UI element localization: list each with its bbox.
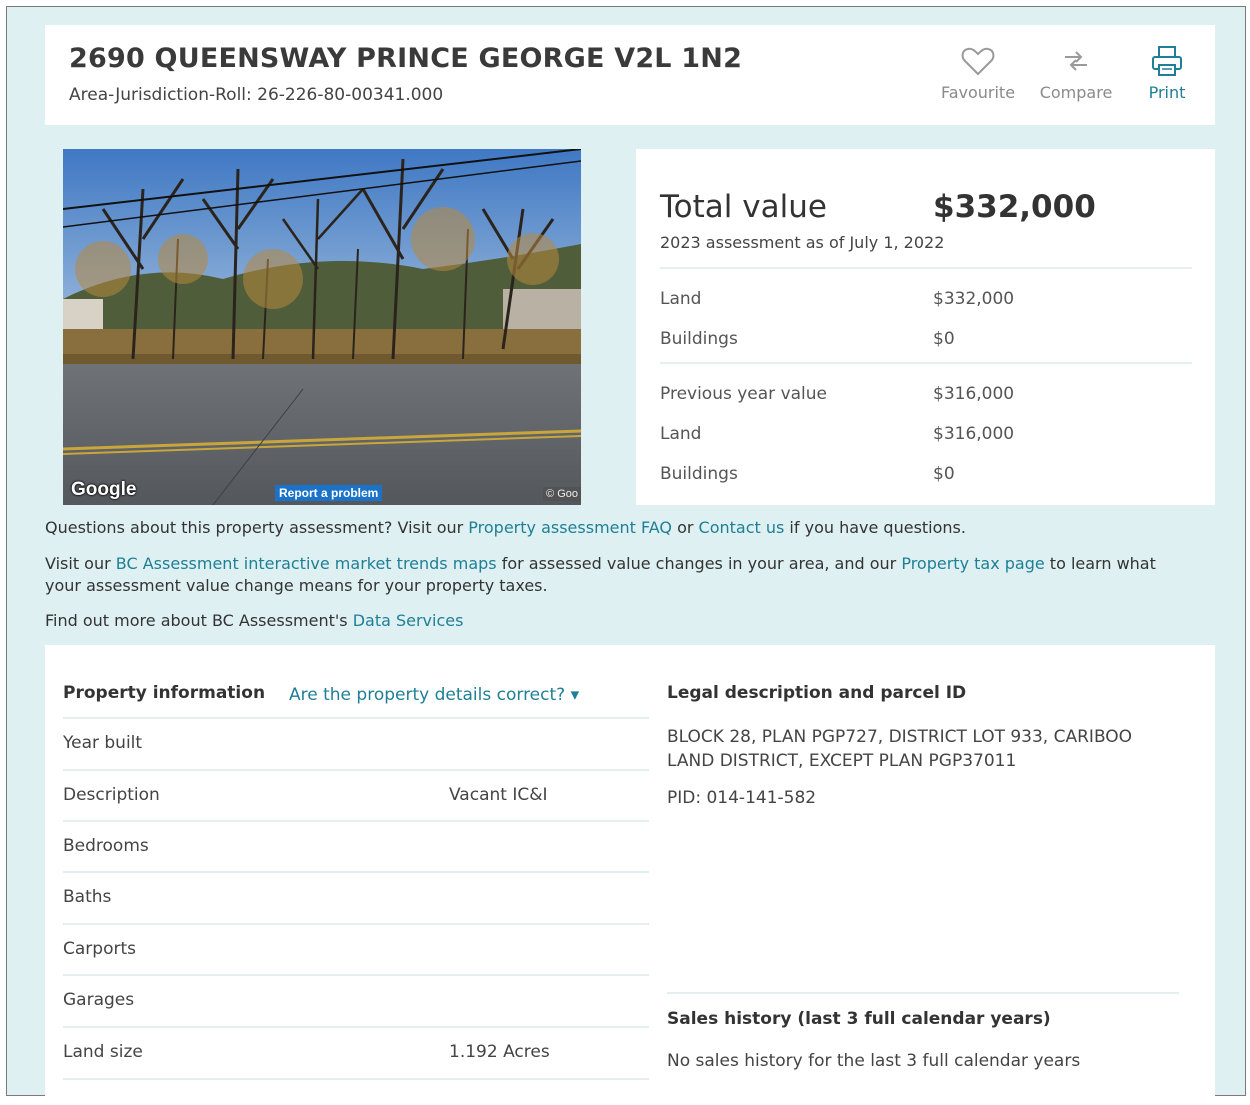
market-trends-link[interactable]: BC Assessment interactive market trends … (116, 554, 497, 573)
contact-link[interactable]: Contact us (699, 518, 785, 537)
property-info-heading: Property information (63, 683, 266, 703)
previous-buildings-label: Buildings (660, 464, 738, 484)
total-value-label: Total value (660, 189, 827, 225)
row-label: Baths (63, 887, 112, 907)
report-problem-link[interactable]: Report a problem (275, 485, 383, 501)
table-row: Description Vacant IC&I (63, 769, 649, 821)
divider (660, 267, 1192, 269)
row-label: Year built (63, 733, 143, 753)
compare-label: Compare (1039, 83, 1113, 102)
favourite-button[interactable]: Favourite (935, 45, 1021, 102)
parcel-id: PID: 014-141-582 (667, 788, 817, 808)
page-frame: 2690 QUEENSWAY PRINCE GEORGE V2L 1N2 Are… (6, 6, 1246, 1105)
print-label: Print (1148, 83, 1186, 102)
compare-button[interactable]: Compare (1031, 45, 1121, 102)
row-label: Description (63, 785, 160, 805)
google-logo: Google (71, 479, 137, 500)
table-row: Carports (63, 923, 649, 975)
faq-link[interactable]: Property assessment FAQ (468, 518, 672, 537)
page-title: 2690 QUEENSWAY PRINCE GEORGE V2L 1N2 (69, 43, 743, 74)
heart-icon (961, 47, 995, 76)
table-row: Garages (63, 974, 649, 1026)
questions-paragraph: Questions about this property assessment… (45, 517, 1215, 539)
current-buildings-value: $0 (933, 329, 955, 349)
legal-description-heading: Legal description and parcel ID (667, 683, 967, 703)
text: or (671, 518, 699, 537)
divider (667, 992, 1179, 994)
valuation-card: Total value $332,000 2023 assessment as … (636, 149, 1215, 505)
market-trends-paragraph: Visit our BC Assessment interactive mark… (45, 553, 1195, 597)
printer-icon (1152, 46, 1182, 76)
row-value: Vacant IC&I (449, 785, 548, 805)
text: for assessed value changes in your area,… (496, 554, 902, 573)
table-row: Land size 1.192 Acres (63, 1026, 649, 1078)
current-land-label: Land (660, 289, 702, 309)
data-services-link[interactable]: Data Services (353, 611, 464, 630)
property-tax-link[interactable]: Property tax page (901, 554, 1044, 573)
table-row: Year built (63, 717, 649, 769)
assessment-date: 2023 assessment as of July 1, 2022 (660, 233, 945, 252)
favourite-label: Favourite (940, 83, 1016, 102)
table-row: Baths (63, 871, 649, 923)
table-row: Bedrooms (63, 820, 649, 872)
row-label: Bedrooms (63, 836, 149, 856)
row-label: Land size (63, 1042, 143, 1062)
row-value: 1.192 Acres (449, 1042, 550, 1062)
street-view-image[interactable]: Google Report a problem © Goo (63, 149, 581, 505)
property-header: 2690 QUEENSWAY PRINCE GEORGE V2L 1N2 Are… (45, 25, 1215, 125)
details-correct-dropdown[interactable]: Are the property details correct? ▾ (289, 685, 579, 705)
text: Questions about this property assessment… (45, 518, 469, 537)
text: Find out more about BC Assessment's (45, 611, 353, 630)
previous-year-value: $316,000 (933, 384, 1015, 404)
divider (63, 1078, 649, 1080)
text: if you have questions. (784, 518, 966, 537)
map-copyright: © Goo (543, 487, 581, 501)
sales-history-text: No sales history for the last 3 full cal… (667, 1051, 1081, 1071)
previous-land-label: Land (660, 424, 702, 444)
previous-buildings-value: $0 (933, 464, 955, 484)
compare-icon (1065, 51, 1087, 71)
data-services-paragraph: Find out more about BC Assessment's Data… (45, 610, 1215, 632)
text: Visit our (45, 554, 116, 573)
current-land-value: $332,000 (933, 289, 1015, 309)
street-view-scene (63, 149, 581, 505)
legal-description-text: BLOCK 28, PLAN PGP727, DISTRICT LOT 933,… (667, 727, 1133, 771)
total-value-amount: $332,000 (933, 189, 1096, 225)
previous-year-label: Previous year value (660, 384, 828, 404)
row-label: Carports (63, 939, 136, 959)
row-label: Garages (63, 990, 135, 1010)
roll-number: Area-Jurisdiction-Roll: 26-226-80-00341.… (69, 85, 444, 105)
current-buildings-label: Buildings (660, 329, 738, 349)
previous-land-value: $316,000 (933, 424, 1015, 444)
divider (660, 362, 1192, 364)
sales-history-heading: Sales history (last 3 full calendar year… (667, 1009, 1051, 1029)
property-info-card: Property information Are the property de… (45, 645, 1215, 1105)
print-button[interactable]: Print (1135, 45, 1199, 102)
